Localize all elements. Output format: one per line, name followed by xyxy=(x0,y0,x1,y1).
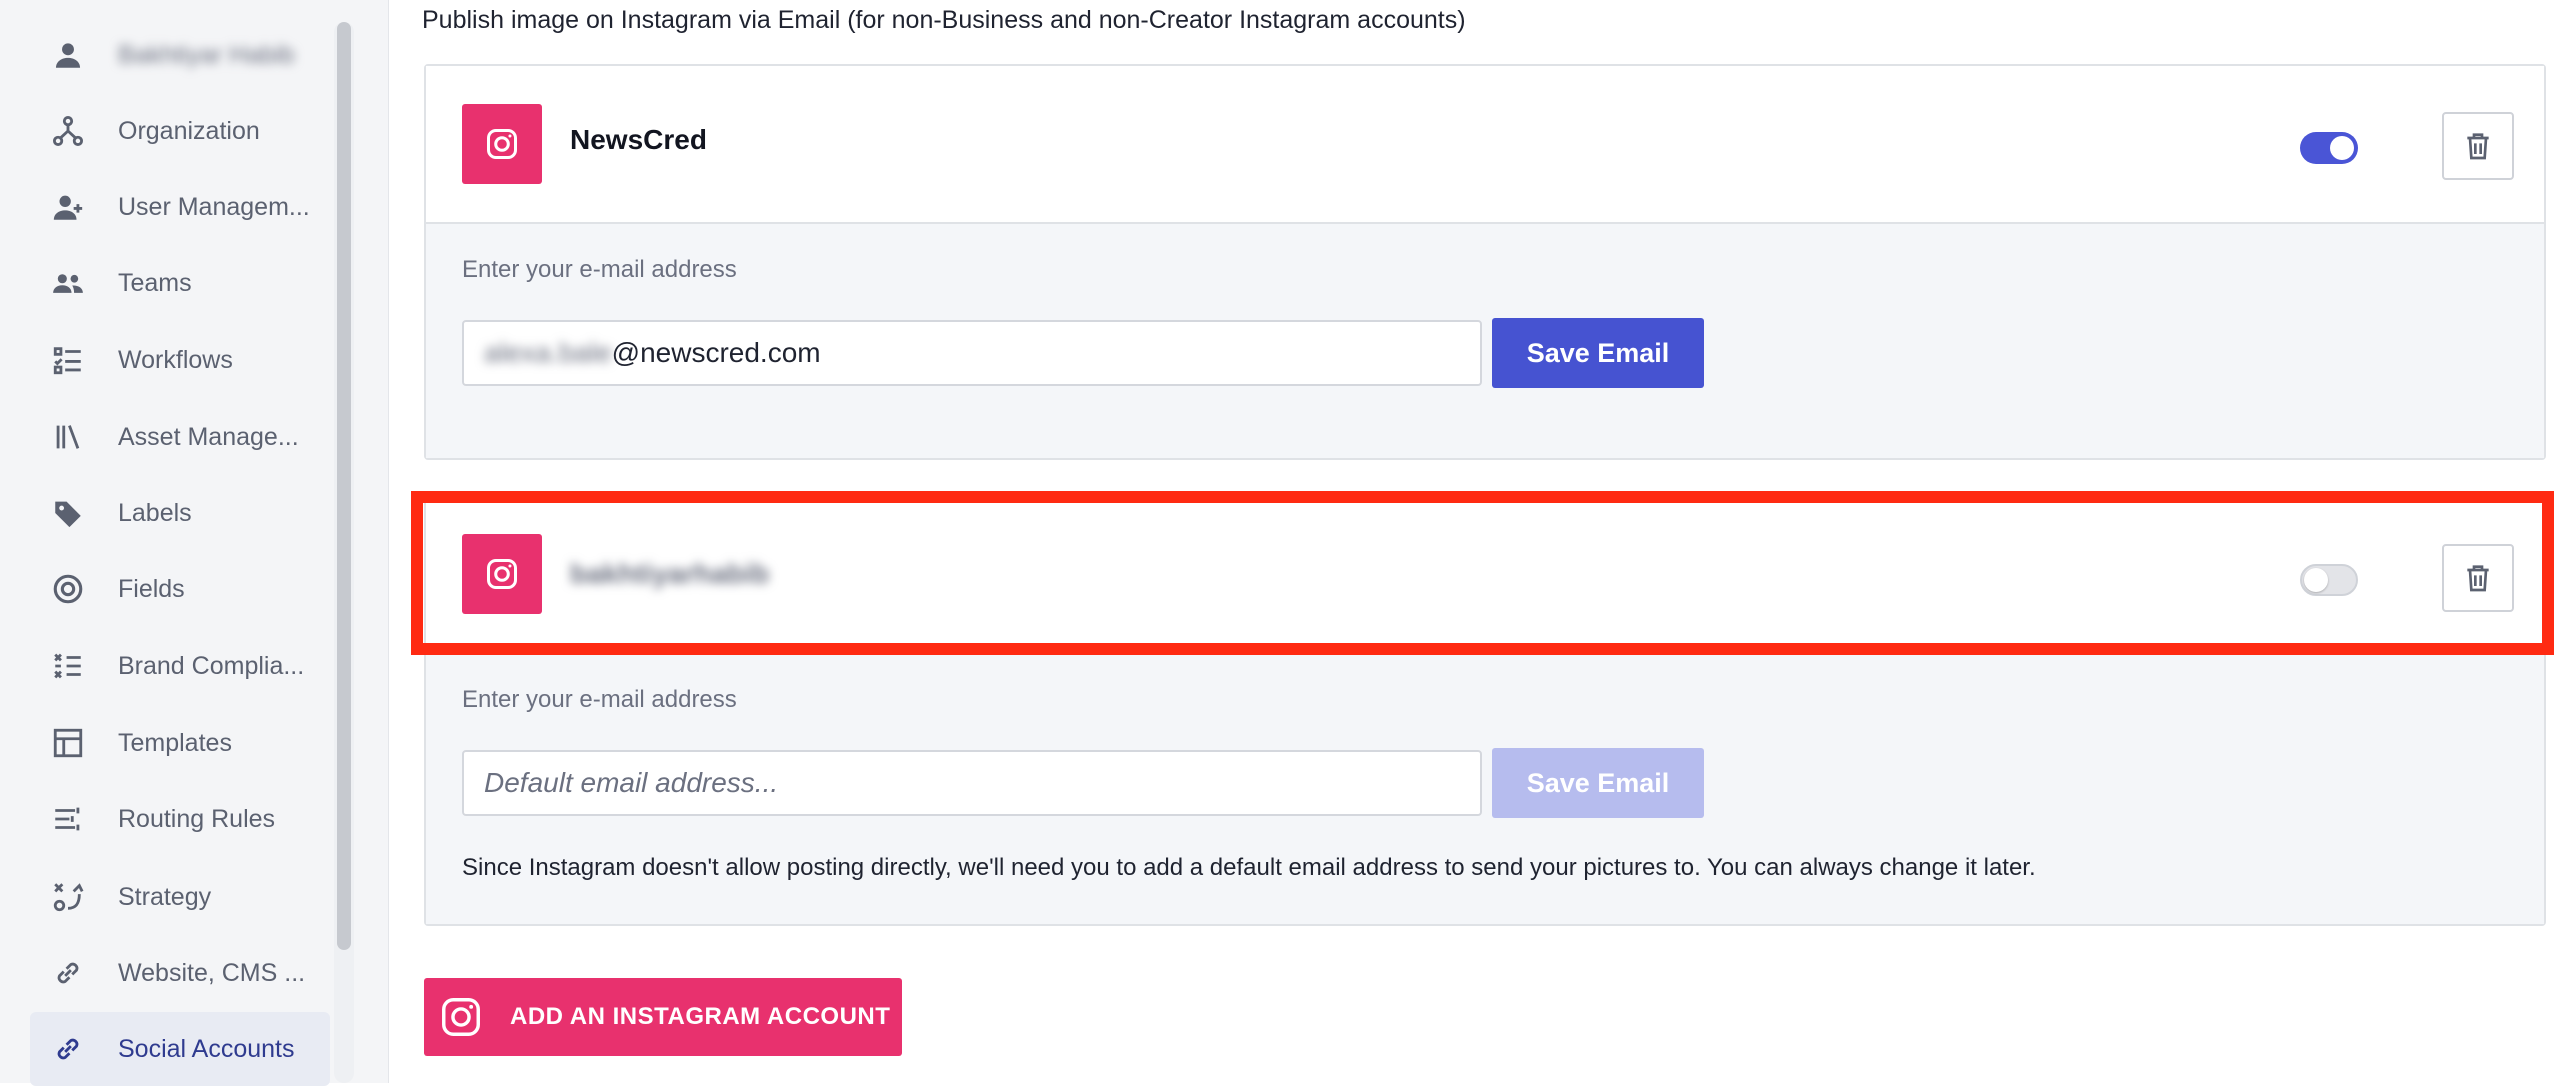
add-button-label: ADD AN INSTAGRAM ACCOUNT xyxy=(510,1003,891,1030)
sidebar-item-asset-management[interactable]: Asset Manage... xyxy=(30,400,330,474)
instagram-icon xyxy=(442,998,480,1036)
organization-icon xyxy=(48,111,88,151)
sidebar-item-workflows[interactable]: Workflows xyxy=(30,323,330,397)
teams-icon xyxy=(48,263,88,303)
sidebar-item-profile[interactable]: Bakhtiyar Habib xyxy=(30,18,330,92)
sidebar-item-brand-compliance[interactable]: Brand Complia... xyxy=(30,629,330,703)
link-icon xyxy=(48,953,88,993)
sidebar-item-label: Templates xyxy=(118,728,232,757)
account-email-section: Enter your e-mail address Default email … xyxy=(426,652,2544,924)
sidebar-item-user-management[interactable]: User Managem... xyxy=(30,170,330,244)
sidebar-item-label: Workflows xyxy=(118,345,233,374)
account-header: bakhtiyarhabib xyxy=(426,502,2544,652)
target-icon xyxy=(48,569,88,609)
sidebar-item-templates[interactable]: Templates xyxy=(30,706,330,780)
sidebar-item-routing-rules[interactable]: Routing Rules xyxy=(30,782,330,856)
sidebar-item-social-accounts[interactable]: Social Accounts xyxy=(30,1012,330,1086)
email-domain: @newscred.com xyxy=(611,337,821,368)
user-icon xyxy=(48,35,88,75)
sidebar-item-labels[interactable]: Labels xyxy=(30,476,330,550)
sidebar-item-label: Brand Complia... xyxy=(118,651,305,680)
save-email-button[interactable]: Save Email xyxy=(1492,318,1704,388)
link-icon xyxy=(48,1029,88,1069)
delete-account-button[interactable] xyxy=(2442,112,2514,180)
instagram-icon xyxy=(462,104,542,184)
email-placeholder: Default email address... xyxy=(484,767,779,798)
trash-icon xyxy=(2467,133,2489,160)
add-instagram-account-button[interactable]: ADD AN INSTAGRAM ACCOUNT xyxy=(424,978,902,1056)
tag-icon xyxy=(48,493,88,533)
save-email-button[interactable]: Save Email xyxy=(1492,748,1704,818)
sidebar-scrollbar-thumb[interactable] xyxy=(337,22,351,950)
sidebar-item-label: Labels xyxy=(118,498,192,527)
routing-icon xyxy=(48,799,88,839)
strategy-icon xyxy=(48,877,88,917)
sidebar-item-teams[interactable]: Teams xyxy=(30,246,330,320)
sidebar-item-label: Teams xyxy=(118,268,192,297)
sidebar-item-label: Routing Rules xyxy=(118,804,276,833)
default-email-note: Since Instagram doesn't allow posting di… xyxy=(462,854,2036,881)
instagram-icon xyxy=(462,534,542,614)
workflow-icon xyxy=(48,340,88,380)
sidebar-item-fields[interactable]: Fields xyxy=(30,552,330,626)
sidebar-item-label: Organization xyxy=(118,116,260,145)
library-icon xyxy=(48,417,88,457)
sidebar-item-label: Website, CMS ... xyxy=(118,958,306,987)
trash-icon xyxy=(2467,565,2489,592)
delete-account-button[interactable] xyxy=(2442,544,2514,612)
account-email-section: Enter your e-mail address alexa.bale @new… xyxy=(426,222,2544,458)
sidebar-item-label: User Managem... xyxy=(118,192,310,221)
account-header: NewsCred xyxy=(426,66,2544,220)
sidebar-item-label: Social Accounts xyxy=(118,1034,295,1063)
account-enabled-toggle[interactable] xyxy=(2300,132,2358,164)
sidebar-item-website-cms[interactable]: Website, CMS ... xyxy=(30,936,330,1010)
email-label: Enter your e-mail address xyxy=(462,686,737,713)
sidebar-item-label: Fields xyxy=(118,574,185,603)
account-name: bakhtiyarhabib xyxy=(570,558,770,589)
account-name: NewsCred xyxy=(570,124,707,155)
email-field[interactable]: Default email address... xyxy=(462,750,1482,816)
email-field[interactable]: alexa.bale @newscred.com xyxy=(462,320,1482,386)
instagram-email-intro: Publish image on Instagram via Email (fo… xyxy=(422,6,1466,34)
template-icon xyxy=(48,723,88,763)
sidebar-item-label: Bakhtiyar Habib xyxy=(118,40,295,69)
sidebar-item-organization[interactable]: Organization xyxy=(30,94,330,168)
checklist-icon xyxy=(48,646,88,686)
account-enabled-toggle[interactable] xyxy=(2300,564,2358,596)
user-add-icon xyxy=(48,187,88,227)
instagram-account-card: NewsCred Enter your e-mail address alexa… xyxy=(424,64,2546,460)
sidebar: Bakhtiyar Habib Organization User Manage… xyxy=(0,0,389,1086)
sidebar-item-label: Asset Manage... xyxy=(118,422,299,451)
instagram-account-card: bakhtiyarhabib Enter your e-mail address… xyxy=(424,500,2546,926)
sidebar-item-strategy[interactable]: Strategy xyxy=(30,860,330,934)
email-prefix: alexa.bale xyxy=(484,337,612,368)
email-label: Enter your e-mail address xyxy=(462,256,737,283)
sidebar-item-label: Strategy xyxy=(118,882,212,911)
